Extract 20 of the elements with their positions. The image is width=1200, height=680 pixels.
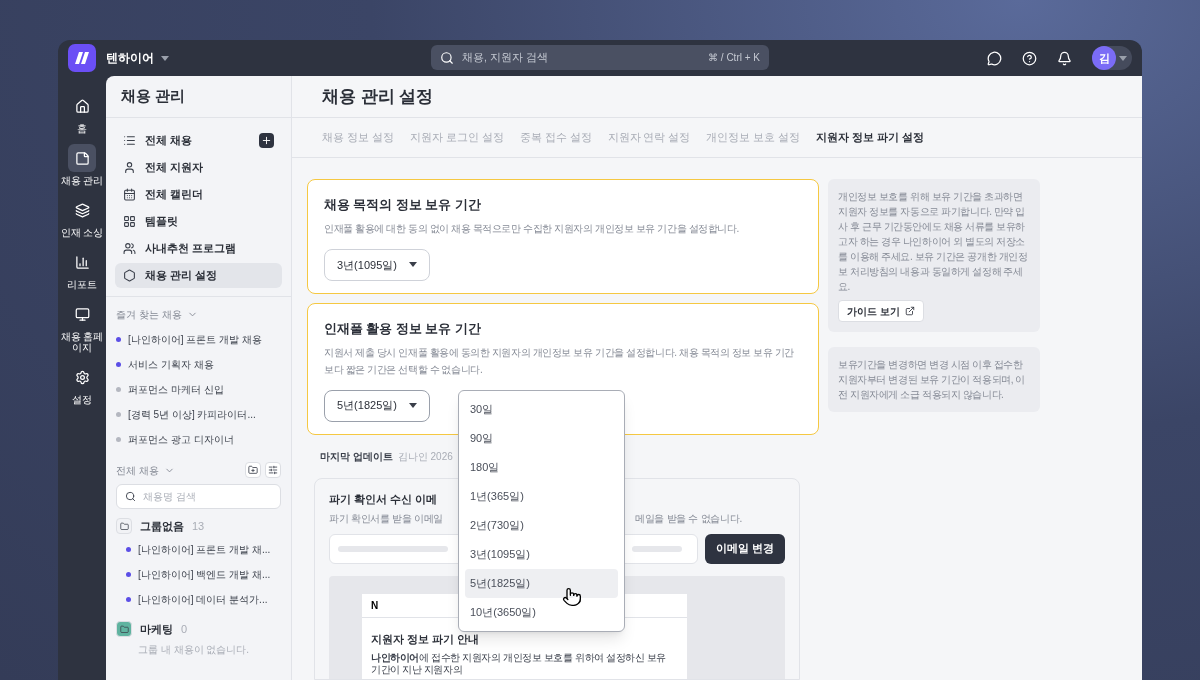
search-placeholder: 채용명 검색 bbox=[143, 490, 196, 504]
note-text: 보유기간을 변경하면 변경 시점 이후 접수한 지원자부터 변경된 보유 기간이 적용되며, 이전 지원자에게 소급 적용되지 않습니다. bbox=[838, 358, 1027, 402]
last-update-value: 김나인 2026 bbox=[397, 449, 453, 464]
shortcut-hint: ⌘ / Ctrl + K bbox=[708, 51, 760, 65]
page-title: 채용 관리 설정 bbox=[322, 85, 434, 108]
document-title: 지원자 정보 파기 안내 bbox=[371, 632, 479, 647]
group-count: 0 bbox=[181, 621, 188, 637]
email-card-title: 파기 확인서 수신 이메 bbox=[329, 491, 438, 507]
last-update-label: 마지막 업데이트 bbox=[320, 449, 393, 464]
card-description: 인재풀 활용에 대한 동의 없이 채용 목적으로만 수집한 지원자의 개인정보 보유 기간을 설정합니다. bbox=[324, 221, 740, 236]
card-description: 지원서 제출 당시 인재풀 활용에 동의한 지원자의 개인정보 보유 기간을 설정합니다. 채용 목적의 정보 보유 기간보다 짧은 기간은 선택할 수 없습니다. bbox=[324, 345, 796, 377]
card-title: 채용 목적의 정보 보유 기간 bbox=[324, 197, 482, 214]
group-count: 13 bbox=[192, 518, 205, 534]
search-placeholder: 채용, 지원자 검색 bbox=[462, 49, 548, 65]
email-description: 메일을 받을 수 없습니다. bbox=[635, 512, 742, 526]
document-body: 나인하이어에 접수한 지원자의 개인정보 보호를 위하여 설정하신 보유 기간이 지난 지원자의 bbox=[371, 651, 668, 676]
card-title: 인재풀 활용 정보 보유 기간 bbox=[324, 320, 482, 338]
sidebar-title: 채용 관리 bbox=[121, 86, 186, 107]
note-text: 개인정보 보호를 위해 보유 기간을 초과하면 지원자 정보를 자동으로 파기합니다. 만약 입사 후 근무 기간동안에도 채용 서류를 보유하고자 하는 경우 나인하이어 외 별도의 저장소를 이용해 주세요. 보유 기간은 공개한 개인정보 처리방침의 내용과 동일하게 설정해 주세요. bbox=[838, 190, 1029, 294]
document-logo: N bbox=[371, 599, 379, 613]
